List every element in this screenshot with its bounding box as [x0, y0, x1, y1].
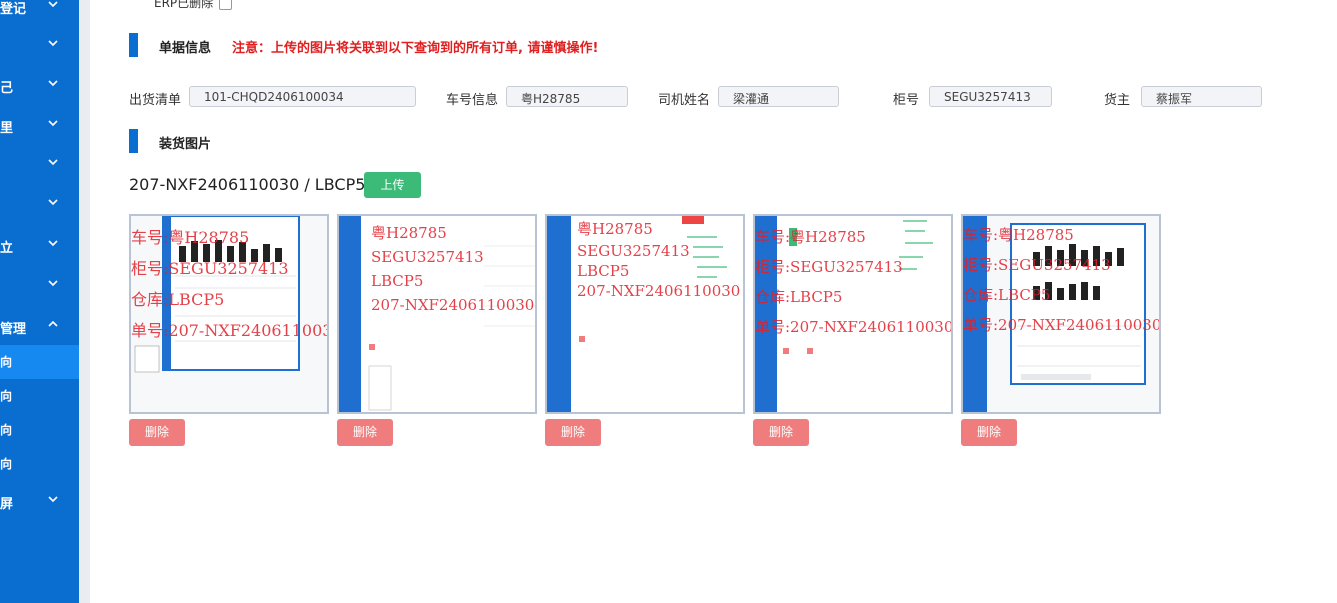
sidebar-item-label: 管理: [0, 322, 27, 337]
shipping-list-field: 出货清单 101-CHQD2406100034: [129, 86, 416, 108]
chevron-down-icon: [48, 40, 58, 47]
container-field: 柜号 SEGU3257413: [893, 86, 1052, 108]
field-label: 货主: [1104, 93, 1131, 108]
sidebar-item-label: 立: [0, 241, 14, 256]
main-content: ERP已删除 单据信息 注意：上传的图片将关联到以下查询到的所有订单, 请谨慎操…: [90, 0, 1337, 603]
watermark-line: 207-NXF2406110030: [577, 282, 740, 300]
doc-info-title: 单据信息: [159, 41, 212, 56]
sidebar-subitem[interactable]: 向: [0, 447, 79, 481]
chevron-up-icon: [48, 320, 58, 327]
field-label: 柜号: [893, 93, 920, 108]
section-marker: [129, 129, 138, 153]
shipping-list-input[interactable]: 101-CHQD2406100034: [189, 86, 416, 107]
delete-photo-button[interactable]: 删除: [129, 419, 185, 446]
watermark-line: 单号:207-NXF2406110030: [755, 318, 951, 336]
watermark-line: 207-NXF2406110030: [371, 296, 534, 314]
photo-watermark: 车号:粤H28785 柜号:SEGU3257413 仓库:LBCP5 单号:20…: [963, 226, 1159, 334]
upload-button[interactable]: 上传: [364, 172, 421, 198]
watermark-line: 柜号:SEGU3257413: [131, 259, 289, 278]
chevron-down-icon: [48, 159, 58, 166]
photo-thumbnail-2[interactable]: 粤H28785 SEGU3257413 LBCP5 207-NXF2406110…: [337, 214, 537, 414]
owner-field: 货主 蔡振军: [1104, 86, 1262, 108]
loading-photos-title: 装货图片: [159, 137, 212, 152]
chevron-down-icon: [48, 280, 58, 287]
erp-deleted-filter: ERP已删除: [154, 0, 233, 12]
watermark-line: 粤H28785: [371, 224, 447, 242]
sidebar-item-label: 登记: [0, 2, 27, 17]
watermark-line: 仓库:LBCP5: [963, 286, 1050, 304]
chevron-down-icon: [48, 240, 58, 247]
erp-deleted-checkbox[interactable]: [219, 0, 233, 10]
sidebar-item-label: 屏: [0, 497, 14, 512]
driver-field: 司机姓名 梁灌通: [658, 86, 839, 108]
sidebar-item-2[interactable]: [0, 29, 79, 63]
watermark-line: LBCP5: [371, 272, 423, 290]
watermark-line: SEGU3257413: [371, 248, 484, 266]
field-label: 出货清单: [129, 93, 182, 108]
photo-watermark: 粤H28785 SEGU3257413 LBCP5 207-NXF2406110…: [577, 220, 740, 300]
sidebar-subitem-active[interactable]: 向: [0, 345, 79, 379]
watermark-line: 仓库:LBCP5: [131, 290, 224, 309]
sidebar-item-8[interactable]: [0, 269, 79, 303]
sidebar-item-label: 里: [0, 121, 14, 136]
driver-input[interactable]: 梁灌通: [718, 86, 839, 107]
field-label: 司机姓名: [658, 93, 711, 108]
chevron-down-icon: [48, 199, 58, 206]
photo-watermark: 车号:粤H28785 柜号:SEGU3257413 仓库:LBCP5 单号:20…: [131, 228, 327, 340]
sidebar-gutter: [79, 0, 90, 603]
photo-thumbnail-3[interactable]: 粤H28785 SEGU3257413 LBCP5 207-NXF2406110…: [545, 214, 745, 414]
delete-photo-button[interactable]: 删除: [753, 419, 809, 446]
photo-watermark: 车号:粤H28785 柜号:SEGU3257413 仓库:LBCP5 单号:20…: [755, 228, 951, 336]
watermark-line: 单号:207-NXF2406110030: [963, 316, 1159, 334]
chevron-down-icon: [48, 80, 58, 87]
sidebar-subitem-label: 向: [0, 457, 13, 471]
vehicle-input[interactable]: 粤H28785: [506, 86, 628, 107]
sidebar-item-management[interactable]: 管理: [0, 310, 79, 344]
delete-photo-button[interactable]: 删除: [961, 419, 1017, 446]
watermark-line: 车号:粤H28785: [131, 228, 249, 247]
sidebar-item-6[interactable]: [0, 188, 79, 222]
sidebar-subitem-label: 向: [0, 423, 13, 437]
watermark-line: 柜号:SEGU3257413: [963, 256, 1111, 274]
sidebar-item-4[interactable]: 里: [0, 109, 79, 143]
photo-thumbnail-5[interactable]: 车号:粤H28785 柜号:SEGU3257413 仓库:LBCP5 单号:20…: [961, 214, 1161, 414]
order-label: 207-NXF2406110030 / LBCP5: [129, 175, 366, 194]
sidebar-subitem[interactable]: 向: [0, 379, 79, 413]
container-input[interactable]: SEGU3257413: [929, 86, 1052, 107]
erp-deleted-label: ERP已删除: [154, 0, 214, 10]
photo-thumbnail-1[interactable]: 车号:粤H28785 柜号:SEGU3257413 仓库:LBCP5 单号:20…: [129, 214, 329, 414]
sidebar-item-7[interactable]: 立: [0, 229, 79, 263]
upload-warning: 注意：上传的图片将关联到以下查询到的所有订单, 请谨慎操作!: [232, 41, 599, 56]
watermark-line: 仓库:LBCP5: [755, 288, 842, 306]
watermark-line: 粤H28785: [577, 220, 653, 238]
delete-photo-button[interactable]: 删除: [337, 419, 393, 446]
watermark-line: 车号:粤H28785: [755, 228, 866, 246]
photo-watermark: 粤H28785 SEGU3257413 LBCP5 207-NXF2406110…: [371, 224, 534, 314]
chevron-down-icon: [48, 496, 58, 503]
sidebar-item-screen[interactable]: 屏: [0, 485, 79, 519]
sidebar-subitem[interactable]: 向: [0, 413, 79, 447]
owner-input[interactable]: 蔡振军: [1141, 86, 1262, 107]
sidebar-subitem-label: 向: [0, 355, 13, 369]
sidebar-item-3[interactable]: 己: [0, 69, 79, 103]
sidebar-subitem-label: 向: [0, 389, 13, 403]
sidebar-item-1[interactable]: 登记: [0, 0, 79, 24]
delete-photo-button[interactable]: 删除: [545, 419, 601, 446]
field-label: 车号信息: [446, 93, 499, 108]
watermark-line: SEGU3257413: [577, 242, 690, 260]
chevron-down-icon: [48, 120, 58, 127]
section-marker: [129, 33, 138, 57]
chevron-down-icon: [48, 1, 58, 8]
photo-thumbnail-4[interactable]: 车号:粤H28785 柜号:SEGU3257413 仓库:LBCP5 单号:20…: [753, 214, 953, 414]
watermark-line: LBCP5: [577, 262, 629, 280]
watermark-line: 单号:207-NXF2406110030: [131, 321, 327, 340]
sidebar-item-5[interactable]: [0, 148, 79, 182]
watermark-line: 柜号:SEGU3257413: [755, 258, 903, 276]
sidebar-item-label: 己: [0, 81, 14, 96]
vehicle-field: 车号信息 粤H28785: [446, 86, 628, 108]
watermark-line: 车号:粤H28785: [963, 226, 1074, 244]
